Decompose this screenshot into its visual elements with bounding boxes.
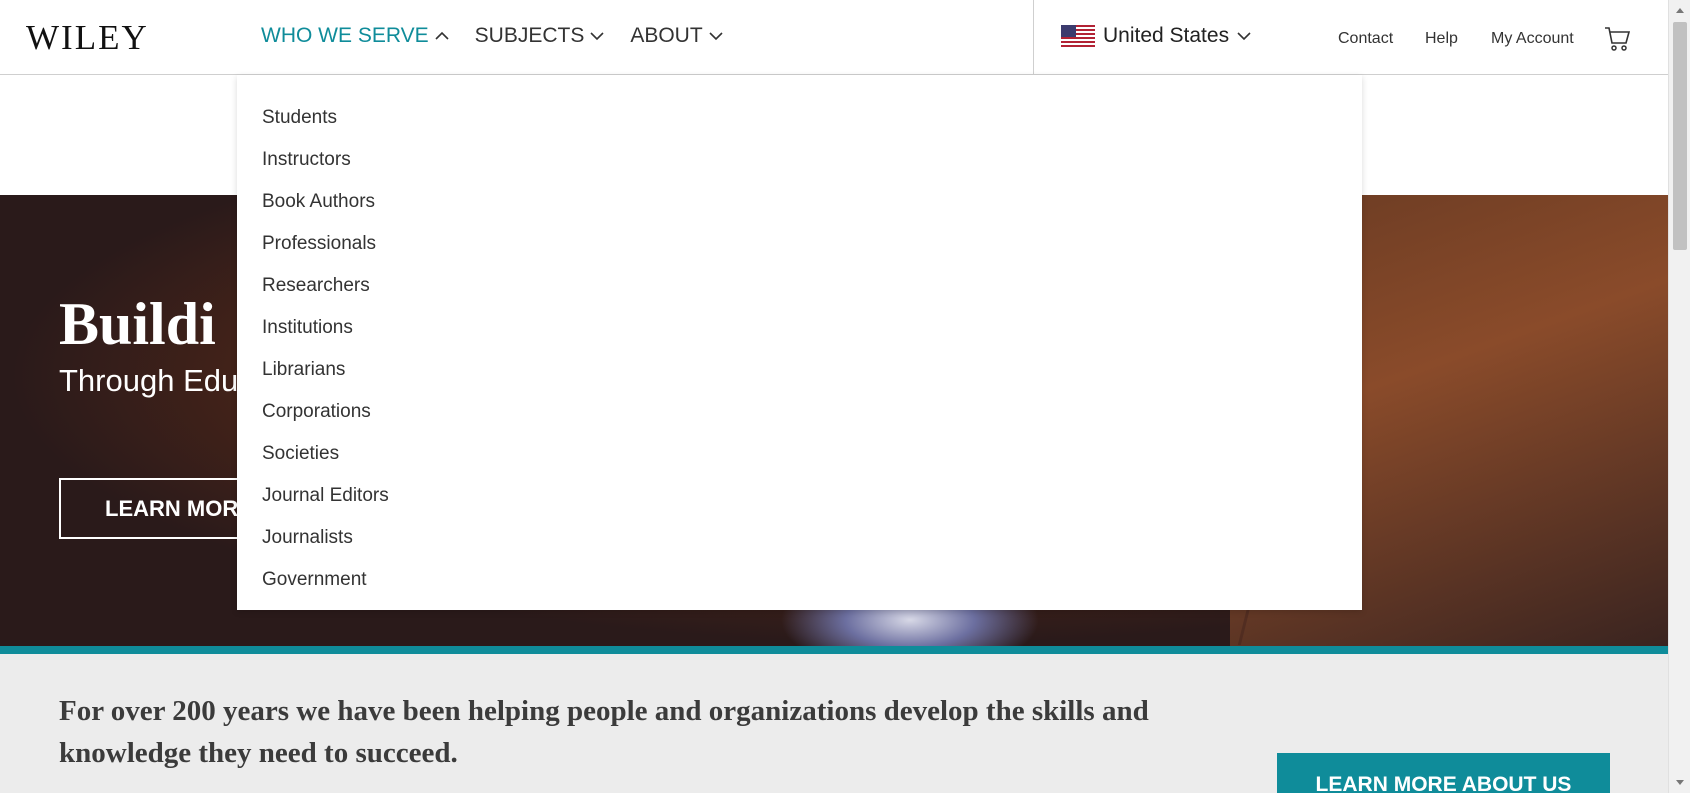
site-header: WILEY WHO WE SERVE SUBJECTS ABOUT United… [0,0,1668,75]
country-selector[interactable]: United States [1061,24,1251,48]
who-we-serve-dropdown: Students Instructors Book Authors Profes… [237,75,1362,610]
us-flag-icon [1061,25,1095,47]
hero-title: Buildi [59,291,216,357]
dropdown-item-corporations[interactable]: Corporations [237,391,1362,433]
scroll-down-arrow-icon[interactable] [1675,779,1685,787]
nav-subjects[interactable]: SUBJECTS [475,24,605,48]
page-scrollbar[interactable] [1668,0,1690,793]
country-label: United States [1103,24,1230,47]
dropdown-item-professionals[interactable]: Professionals [237,223,1362,265]
main-nav: WHO WE SERVE SUBJECTS ABOUT [261,24,723,48]
hero-subtitle: Through Edu [59,363,239,398]
dropdown-item-researchers[interactable]: Researchers [237,265,1362,307]
my-account-link[interactable]: My Account [1491,30,1574,48]
chevron-down-icon [1237,32,1251,41]
dropdown-item-instructors[interactable]: Instructors [237,139,1362,181]
hero-accent-bar [0,646,1668,654]
dropdown-item-book-authors[interactable]: Book Authors [237,181,1362,223]
chevron-down-icon [709,32,723,41]
chevron-up-icon [435,31,449,40]
dropdown-item-societies[interactable]: Societies [237,433,1362,475]
dropdown-item-institutions[interactable]: Institutions [237,307,1362,349]
dropdown-list: Students Instructors Book Authors Profes… [237,75,1362,601]
header-divider [1033,0,1034,75]
nav-who-we-serve[interactable]: WHO WE SERVE [261,24,449,48]
cart-icon[interactable] [1603,24,1631,52]
scroll-thumb[interactable] [1673,22,1687,250]
scroll-up-arrow-icon[interactable] [1675,6,1685,14]
dropdown-item-journal-editors[interactable]: Journal Editors [237,475,1362,517]
nav-subjects-label: SUBJECTS [474,24,585,47]
learn-more-about-us-button[interactable]: LEARN MORE ABOUT US [1277,753,1610,793]
contact-link[interactable]: Contact [1338,30,1393,48]
intro-text: For over 200 years we have been helping … [59,695,1149,769]
nav-about[interactable]: ABOUT [630,24,723,48]
chevron-down-icon [590,32,604,41]
wiley-logo[interactable]: WILEY [26,18,149,58]
intro-band: For over 200 years we have been helping … [0,654,1668,793]
dropdown-item-librarians[interactable]: Librarians [237,349,1362,391]
nav-about-label: ABOUT [630,24,703,47]
dropdown-item-journalists[interactable]: Journalists [237,517,1362,559]
dropdown-item-government[interactable]: Government [237,559,1362,601]
nav-who-we-serve-label: WHO WE SERVE [261,24,429,47]
help-link[interactable]: Help [1425,30,1458,48]
dropdown-item-students[interactable]: Students [237,97,1362,139]
